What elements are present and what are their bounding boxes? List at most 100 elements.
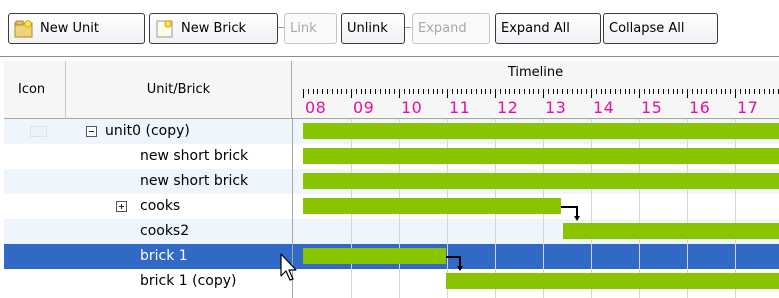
ruler-tick (312, 89, 314, 94)
ruler-tick (552, 89, 554, 94)
ruler-tick (303, 89, 304, 98)
mouse-cursor-icon (280, 253, 297, 281)
ruler-tick (427, 89, 429, 94)
ruler-tick (595, 89, 597, 94)
timeline-title: Timeline (507, 65, 564, 80)
row-label: brick 1 (140, 248, 188, 264)
ruler-tick (519, 89, 520, 94)
new-unit-button[interactable]: New Unit (8, 13, 145, 44)
bar-unit0-copy[interactable] (303, 123, 779, 139)
ruler-tick (480, 89, 482, 94)
ruler-tick (432, 89, 434, 94)
ruler-tick (557, 89, 559, 94)
ruler-tick (547, 89, 549, 94)
ruler-tick (706, 89, 708, 94)
hour-gridline (735, 119, 736, 298)
ruler-tick (442, 89, 444, 94)
bar-brick-1-copy[interactable] (446, 273, 779, 289)
bar-new-short-brick[interactable] (303, 173, 779, 189)
unit-icon (30, 126, 47, 137)
bar-cooks2[interactable] (563, 223, 779, 239)
ruler-tick (322, 89, 324, 94)
expand-all-button[interactable]: Expand All (495, 13, 601, 44)
hour-gridline (591, 119, 592, 298)
row-label: cooks (140, 198, 181, 214)
ruler-tick (307, 89, 309, 94)
new-brick-icon (155, 19, 175, 39)
ruler-tick (696, 89, 698, 94)
bar-brick-1[interactable] (303, 248, 446, 264)
ruler-tick (672, 89, 674, 94)
ruler-tick (768, 89, 770, 94)
ruler-tick (509, 89, 511, 94)
ruler-tick (384, 89, 386, 94)
ruler-tick (528, 89, 530, 94)
expand-button[interactable]: Expand (412, 13, 490, 44)
link-button[interactable]: Link (284, 13, 337, 44)
hour-label: 08 (305, 98, 327, 117)
ruler-tick (759, 89, 760, 94)
toolbar: New Unit New Brick Link Unlink Expand Ex… (0, 0, 779, 52)
hour-label: 15 (641, 98, 663, 117)
ruler-tick (471, 89, 472, 94)
ruler-tick (629, 89, 631, 94)
ruler-tick (720, 89, 722, 94)
timeline-ruler (303, 89, 779, 98)
row-label: cooks2 (140, 223, 190, 239)
ruler-tick (658, 89, 660, 94)
ruler-tick (739, 89, 741, 94)
unlink-button[interactable]: Unlink (341, 13, 405, 44)
ruler-tick (725, 89, 727, 94)
ruler-tick (591, 89, 592, 98)
ruler-tick (351, 89, 352, 98)
ruler-tick (586, 89, 588, 94)
ruler-tick (581, 89, 583, 94)
ruler-tick (682, 89, 684, 94)
collapse-icon[interactable] (86, 126, 97, 137)
ruler-tick (687, 89, 688, 98)
new-brick-button[interactable]: New Brick (149, 13, 278, 44)
ruler-tick (571, 89, 573, 94)
ruler-tick (490, 89, 492, 94)
ruler-tick (336, 89, 338, 94)
ruler-tick (408, 89, 410, 94)
row-label: new short brick (140, 173, 249, 189)
bar-new-short-brick[interactable] (303, 148, 779, 164)
ruler-tick (355, 89, 357, 94)
ruler-tick (610, 89, 612, 94)
ruler-tick (735, 89, 736, 98)
column-header-unit-brick[interactable]: Unit/Brick (66, 61, 292, 119)
row-label: new short brick (140, 148, 249, 164)
hour-gridline (639, 119, 640, 298)
expand-icon[interactable] (116, 201, 127, 212)
hour-label: 10 (401, 98, 423, 117)
toolbar-separator (405, 27, 411, 28)
ruler-tick (365, 89, 367, 94)
bar-cooks[interactable] (303, 198, 561, 214)
ruler-tick (423, 89, 424, 94)
ruler-tick (562, 89, 564, 94)
ruler-tick (543, 89, 544, 98)
ruler-tick (576, 89, 578, 94)
row-label: unit0 (copy) (105, 123, 190, 139)
ruler-tick (466, 89, 468, 94)
ruler-tick (399, 89, 400, 98)
ruler-tick (327, 89, 328, 94)
ruler-tick (346, 89, 348, 94)
ruler-tick (331, 89, 333, 94)
collapse-all-button[interactable]: Collapse All (603, 13, 718, 44)
ruler-tick (711, 89, 712, 94)
hour-gridline (687, 119, 688, 298)
ruler-tick (691, 89, 693, 94)
ruler-tick (643, 89, 645, 94)
row-label: brick 1 (copy) (140, 273, 237, 289)
ruler-tick (677, 89, 679, 94)
ruler-tick (538, 89, 540, 94)
hour-label: 16 (689, 98, 711, 117)
ruler-tick (701, 89, 703, 94)
ruler-tick (639, 89, 640, 98)
ruler-tick (495, 89, 496, 98)
column-header-icon[interactable]: Icon (4, 61, 66, 119)
ruler-tick (667, 89, 669, 94)
ruler-tick (634, 89, 636, 94)
